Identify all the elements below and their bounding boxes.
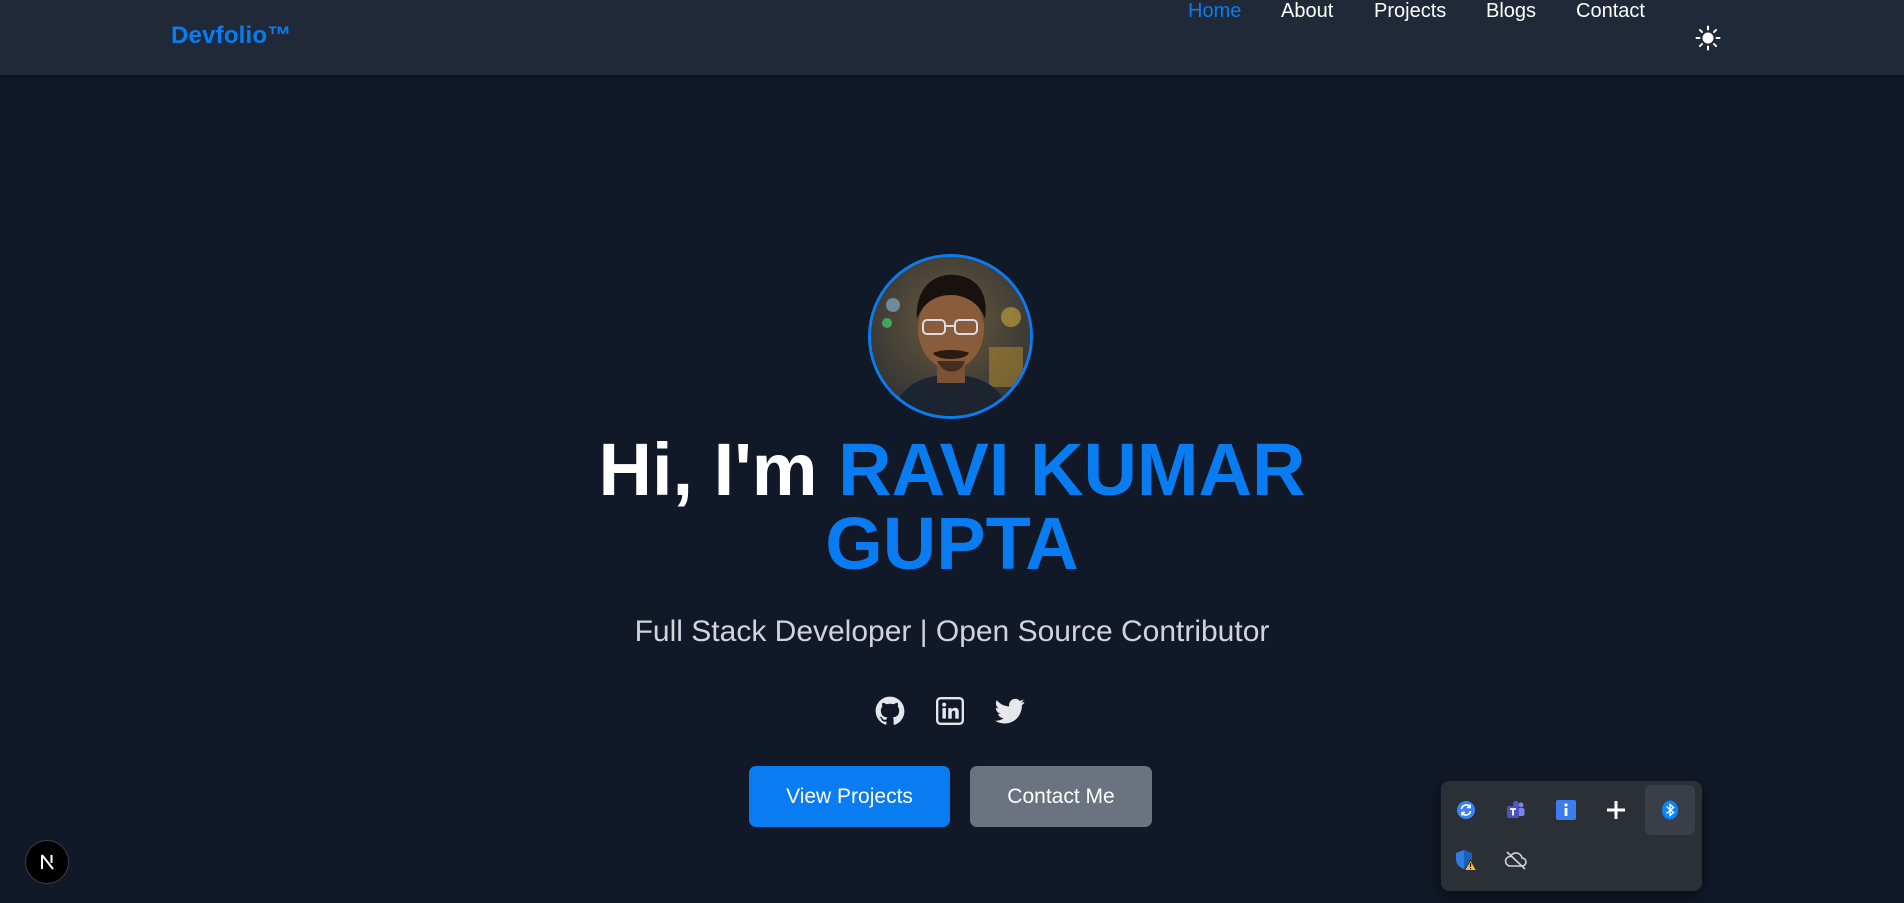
profile-avatar	[868, 254, 1033, 419]
linkedin-link[interactable]	[934, 695, 966, 727]
bluetooth-icon	[1662, 800, 1678, 820]
nav-link-contact[interactable]: Contact	[1576, 0, 1645, 23]
info-icon	[1556, 800, 1576, 820]
hero-subtitle: Full Stack Developer | Open Source Contr…	[634, 615, 1270, 648]
hero-section: Hi, I'm RAVI KUMAR GUPTA Full Stack Deve…	[0, 75, 1904, 903]
brand-logo[interactable]: Devfolio™	[171, 22, 291, 50]
tray-info[interactable]	[1541, 785, 1591, 835]
sync-icon	[1457, 801, 1475, 819]
linkedin-icon	[936, 697, 964, 725]
plus-icon	[1607, 801, 1625, 819]
github-link[interactable]	[874, 695, 906, 727]
theme-toggle-button[interactable]	[1694, 24, 1722, 52]
cloud-offline-icon	[1504, 851, 1527, 870]
nav-link-home[interactable]: Home	[1188, 0, 1241, 23]
tray-cloud[interactable]	[1491, 835, 1541, 885]
nav-link-blogs[interactable]: Blogs	[1486, 0, 1536, 23]
hero-headline: Hi, I'm RAVI KUMAR GUPTA	[452, 433, 1452, 581]
nav-link-about[interactable]: About	[1281, 0, 1333, 23]
teams-icon	[1507, 801, 1525, 818]
view-projects-button[interactable]: View Projects	[749, 766, 950, 827]
twitter-link[interactable]	[994, 695, 1026, 727]
profile-photo	[871, 257, 1030, 416]
tray-add[interactable]	[1591, 785, 1641, 835]
tray-teams[interactable]	[1491, 785, 1541, 835]
name-last: GUPTA	[825, 502, 1079, 585]
nextjs-icon	[41, 854, 54, 870]
navbar: Devfolio™ Home About Projects Blogs Cont…	[0, 0, 1904, 75]
twitter-icon	[995, 698, 1025, 724]
tray-sync[interactable]	[1441, 785, 1491, 835]
system-tray-overflow	[1441, 781, 1702, 891]
tray-bluetooth[interactable]	[1645, 785, 1695, 835]
github-icon	[875, 696, 905, 725]
tray-security[interactable]	[1441, 835, 1491, 885]
name-first: RAVI KUMAR	[838, 428, 1306, 511]
sun-icon	[1695, 25, 1721, 51]
greeting-text: Hi, I'm	[598, 428, 818, 511]
nav-link-projects[interactable]: Projects	[1374, 0, 1446, 23]
contact-me-button[interactable]: Contact Me	[970, 766, 1152, 827]
security-warning-icon	[1456, 850, 1478, 871]
nextjs-dev-badge[interactable]	[25, 840, 69, 884]
